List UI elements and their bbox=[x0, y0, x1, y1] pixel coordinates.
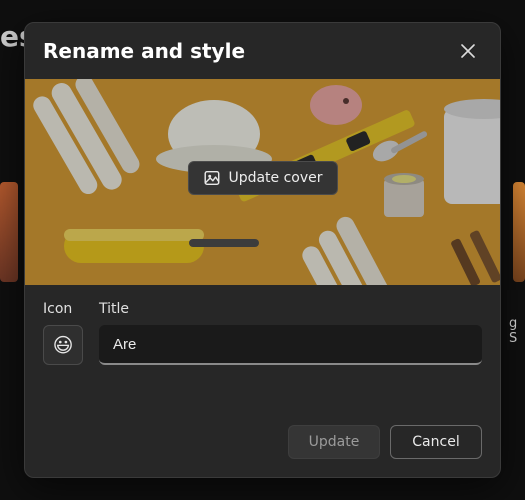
title-input[interactable] bbox=[99, 325, 482, 365]
dialog-title: Rename and style bbox=[43, 39, 245, 63]
icon-label: Icon bbox=[43, 301, 83, 317]
close-button[interactable] bbox=[454, 37, 482, 65]
update-button[interactable]: Update bbox=[288, 425, 380, 459]
background-card-right bbox=[513, 182, 525, 282]
cancel-button-label: Cancel bbox=[412, 434, 459, 450]
update-cover-label: Update cover bbox=[228, 170, 322, 186]
background-card-left bbox=[0, 182, 18, 282]
icon-picker[interactable]: 😃 bbox=[43, 325, 83, 365]
update-button-label: Update bbox=[309, 434, 360, 450]
cover-area: Update cover bbox=[25, 79, 500, 285]
image-icon bbox=[202, 169, 220, 187]
icon-emoji: 😃 bbox=[53, 333, 74, 357]
dialog-footer: Update Cancel bbox=[25, 411, 500, 477]
cancel-button[interactable]: Cancel bbox=[390, 425, 482, 459]
rename-style-dialog: Rename and style bbox=[24, 22, 501, 478]
update-cover-button[interactable]: Update cover bbox=[187, 161, 337, 195]
dialog-header: Rename and style bbox=[25, 23, 500, 79]
close-icon bbox=[461, 44, 475, 58]
title-label: Title bbox=[99, 301, 482, 317]
form-area: Icon 😃 Title bbox=[25, 285, 500, 377]
background-card-right-label: g S bbox=[507, 290, 525, 350]
